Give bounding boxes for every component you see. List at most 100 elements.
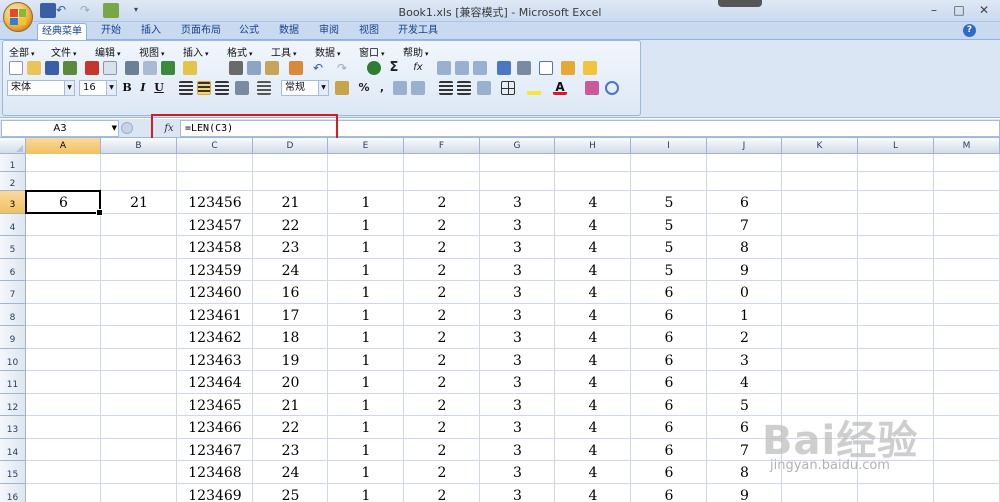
cell-b4[interactable] bbox=[101, 214, 177, 236]
font-color-icon[interactable]: A bbox=[553, 81, 567, 95]
cell-b15[interactable] bbox=[101, 461, 177, 484]
cell-c6[interactable]: 123459 bbox=[177, 259, 253, 281]
column-header-l[interactable]: L bbox=[858, 138, 934, 154]
cell-a10[interactable] bbox=[26, 349, 101, 371]
cell-e9[interactable]: 1 bbox=[328, 326, 404, 349]
cell-i12[interactable]: 6 bbox=[631, 394, 707, 416]
undo-icon[interactable]: ↶ bbox=[311, 61, 325, 75]
cell-g15[interactable]: 3 bbox=[480, 461, 555, 484]
cell-c13[interactable]: 123466 bbox=[177, 416, 253, 439]
cell-d14[interactable]: 23 bbox=[253, 439, 328, 461]
menu-edit[interactable]: 编辑 ▾ bbox=[95, 44, 121, 59]
permission-icon[interactable] bbox=[63, 61, 77, 75]
align-left-icon[interactable] bbox=[179, 81, 193, 95]
cell-c9[interactable]: 123462 bbox=[177, 326, 253, 349]
cell-c4[interactable]: 123457 bbox=[177, 214, 253, 236]
cell-i16[interactable]: 6 bbox=[631, 484, 707, 502]
cell-h12[interactable]: 4 bbox=[555, 394, 631, 416]
cell-i9[interactable]: 6 bbox=[631, 326, 707, 349]
cell-g2[interactable] bbox=[480, 172, 555, 191]
cell-b1[interactable] bbox=[101, 154, 177, 172]
decrease-indent-icon[interactable] bbox=[439, 81, 453, 95]
row-header-8[interactable]: 8 bbox=[0, 304, 26, 326]
cell-e6[interactable]: 1 bbox=[328, 259, 404, 281]
cell-e3[interactable]: 1 bbox=[328, 191, 404, 214]
cell-d8[interactable]: 17 bbox=[253, 304, 328, 326]
cell-h14[interactable]: 4 bbox=[555, 439, 631, 461]
cell-f5[interactable]: 2 bbox=[404, 236, 480, 259]
cell-g11[interactable]: 3 bbox=[480, 371, 555, 394]
filter-icon[interactable] bbox=[473, 61, 487, 75]
borders-icon[interactable] bbox=[501, 81, 515, 95]
row-header-3[interactable]: 3 bbox=[0, 191, 26, 214]
cell-j15[interactable]: 8 bbox=[707, 461, 782, 484]
cell-h10[interactable]: 4 bbox=[555, 349, 631, 371]
cell-c5[interactable]: 123458 bbox=[177, 236, 253, 259]
cell-a14[interactable] bbox=[26, 439, 101, 461]
drawing-icon[interactable] bbox=[517, 61, 531, 75]
print-preview-icon[interactable] bbox=[103, 61, 117, 75]
cell-e2[interactable] bbox=[328, 172, 404, 191]
row-header-9[interactable]: 9 bbox=[0, 326, 26, 349]
menu-data[interactable]: 数据 ▾ bbox=[315, 44, 341, 59]
cell-b13[interactable] bbox=[101, 416, 177, 439]
cell-e8[interactable]: 1 bbox=[328, 304, 404, 326]
cell-j5[interactable]: 8 bbox=[707, 236, 782, 259]
cell-j12[interactable]: 5 bbox=[707, 394, 782, 416]
cell-a16[interactable] bbox=[26, 484, 101, 502]
cell-g8[interactable]: 3 bbox=[480, 304, 555, 326]
cell-c15[interactable]: 123468 bbox=[177, 461, 253, 484]
column-header-f[interactable]: F bbox=[404, 138, 480, 154]
cell-d5[interactable]: 23 bbox=[253, 236, 328, 259]
cell-b3[interactable]: 21 bbox=[101, 191, 177, 214]
cell-a7[interactable] bbox=[26, 281, 101, 304]
cell-d2[interactable] bbox=[253, 172, 328, 191]
cell-a12[interactable] bbox=[26, 394, 101, 416]
cell-h5[interactable]: 4 bbox=[555, 236, 631, 259]
tab-view[interactable]: 视图 bbox=[354, 23, 384, 40]
cell-d9[interactable]: 18 bbox=[253, 326, 328, 349]
cell-d4[interactable]: 22 bbox=[253, 214, 328, 236]
highlight-icon[interactable] bbox=[561, 61, 575, 75]
cell-g3[interactable]: 3 bbox=[480, 191, 555, 214]
menu-all[interactable]: 全部 ▾ bbox=[9, 44, 35, 59]
preview-icon[interactable] bbox=[143, 61, 157, 75]
cell-f11[interactable]: 2 bbox=[404, 371, 480, 394]
print-icon[interactable] bbox=[125, 61, 139, 75]
cell-f4[interactable]: 2 bbox=[404, 214, 480, 236]
chart-icon[interactable] bbox=[497, 61, 511, 75]
cell-f12[interactable]: 2 bbox=[404, 394, 480, 416]
cell-f3[interactable]: 2 bbox=[404, 191, 480, 214]
close-button[interactable]: ✕ bbox=[975, 3, 993, 17]
email-icon[interactable] bbox=[85, 61, 99, 75]
cell-e15[interactable]: 1 bbox=[328, 461, 404, 484]
cell-c8[interactable]: 123461 bbox=[177, 304, 253, 326]
row-header-13[interactable]: 13 bbox=[0, 416, 26, 439]
cell-i2[interactable] bbox=[631, 172, 707, 191]
cell-c1[interactable] bbox=[177, 154, 253, 172]
cell-f7[interactable]: 2 bbox=[404, 281, 480, 304]
tab-insert[interactable]: 插入 bbox=[136, 23, 166, 40]
percent-icon[interactable]: % bbox=[357, 81, 371, 95]
cell-h9[interactable]: 4 bbox=[555, 326, 631, 349]
spreadsheet-grid[interactable]: ABCDEFGHIJKLM 1 2 3 6 21 123456 21 1 2 3 4 5 6 4 12345… bbox=[0, 138, 1000, 502]
cell-a11[interactable] bbox=[26, 371, 101, 394]
cell-c12[interactable]: 123465 bbox=[177, 394, 253, 416]
insert-function-icon[interactable]: fx bbox=[160, 121, 178, 136]
cell-j14[interactable]: 7 bbox=[707, 439, 782, 461]
number-format-select[interactable]: 常规 ▼ bbox=[281, 80, 329, 96]
spell-check-icon[interactable] bbox=[161, 61, 175, 75]
format-cells-icon[interactable] bbox=[585, 81, 599, 95]
cell-a6[interactable] bbox=[26, 259, 101, 281]
cell-b14[interactable] bbox=[101, 439, 177, 461]
tab-data[interactable]: 数据 bbox=[274, 23, 304, 40]
underline-button[interactable]: U bbox=[151, 80, 167, 96]
cell-e12[interactable]: 1 bbox=[328, 394, 404, 416]
cell-j16[interactable]: 9 bbox=[707, 484, 782, 502]
cell-i10[interactable]: 6 bbox=[631, 349, 707, 371]
cut-icon[interactable] bbox=[229, 61, 243, 75]
column-header-i[interactable]: I bbox=[631, 138, 707, 154]
row-header-7[interactable]: 7 bbox=[0, 281, 26, 304]
format-painter-icon[interactable] bbox=[289, 61, 303, 75]
cell-g5[interactable]: 3 bbox=[480, 236, 555, 259]
